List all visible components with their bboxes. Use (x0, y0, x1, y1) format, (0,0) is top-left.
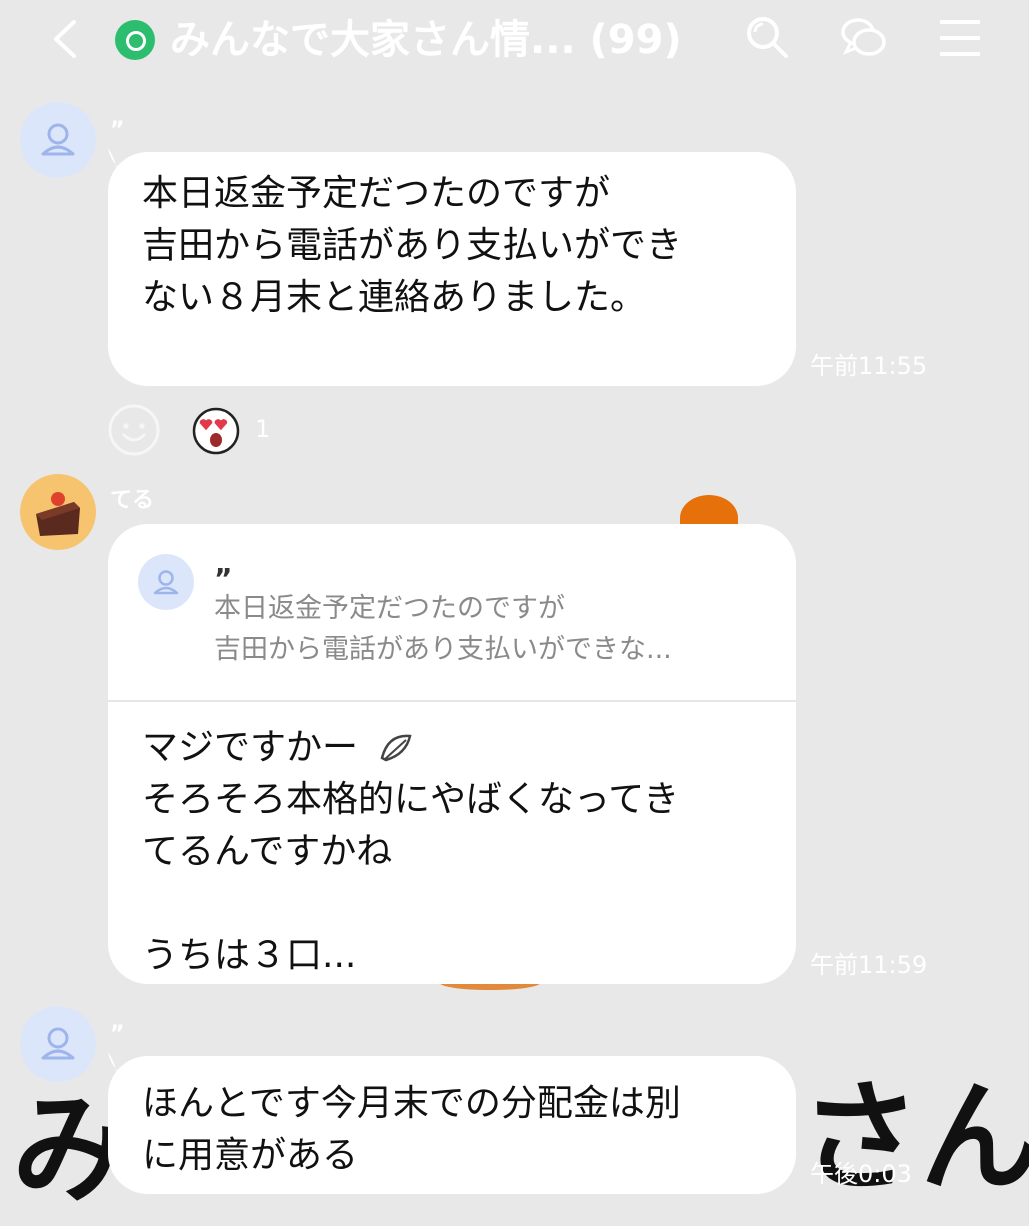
menu-icon[interactable] (934, 12, 986, 64)
message-text: ほんとです今月末での分配金は別 に用意がある (142, 1083, 681, 1176)
message-text: 本日返金予定だつたのですが 吉田から電話があり支払いができ ない８月末と連絡あり… (142, 173, 683, 318)
message-time: 午前11:55 (810, 352, 928, 380)
quote-avatar (138, 554, 194, 610)
message-time: 午後0:03 (810, 1160, 912, 1188)
group-icon (115, 20, 155, 60)
avatar[interactable] (20, 474, 96, 550)
quote-divider (108, 700, 796, 702)
chat-header: みんなで大家さん情... (99) (0, 0, 1029, 80)
reply-bubble[interactable]: ” 本日返金予定だつたのですが 吉田から電話があり支払いができな... マジです… (108, 524, 796, 984)
message-bubble[interactable]: 本日返金予定だつたのですが 吉田から電話があり支払いができ ない８月末と連絡あり… (108, 152, 796, 386)
chat-icon[interactable] (838, 12, 890, 64)
reaction-count: 1 (255, 415, 271, 443)
search-icon[interactable] (742, 12, 794, 64)
heart-eyes-reaction-icon[interactable] (191, 406, 241, 456)
cake-icon (36, 492, 80, 536)
user-icon (153, 570, 179, 595)
leaf-emoji-icon (380, 734, 412, 762)
quote-text: 本日返金予定だつたのですが 吉田から電話があり支払いができな... (214, 593, 672, 665)
add-reaction-icon[interactable] (106, 402, 162, 458)
message-time: 午前11:59 (810, 951, 928, 979)
message-bubble[interactable]: ほんとです今月末での分配金は別 に用意がある (108, 1056, 796, 1194)
back-icon[interactable] (42, 16, 88, 62)
chat-title[interactable]: みんなで大家さん情... (99) (170, 10, 682, 70)
avatar[interactable] (20, 102, 96, 178)
user-icon (41, 123, 75, 156)
sender-name: ” (110, 1022, 125, 1047)
sender-name: ” (110, 118, 125, 143)
sender-name: てる (110, 488, 155, 513)
